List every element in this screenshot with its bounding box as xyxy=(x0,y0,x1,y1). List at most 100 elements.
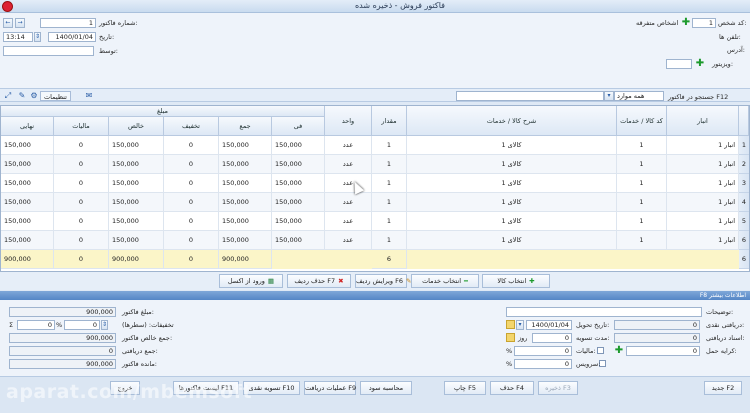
col-net[interactable]: خالص xyxy=(109,117,164,136)
add-person-icon[interactable]: ✚ xyxy=(681,18,691,28)
cell-item-code[interactable]: 1 xyxy=(617,136,667,155)
table-row[interactable]: 3 انبار 1 1 کالای 1 1 عدد 150,000 150,000 0 150,0… xyxy=(1,174,749,193)
col-description[interactable]: شرح کالا / خدمات xyxy=(407,106,617,136)
cell-tax[interactable]: 0 xyxy=(54,231,109,250)
cell-final[interactable]: 150,000 xyxy=(1,193,54,212)
cell-description[interactable]: کالای 1 xyxy=(407,193,617,212)
col-unit[interactable]: واحد xyxy=(325,106,372,136)
notes-field[interactable] xyxy=(506,307,702,317)
row-number[interactable]: 2 xyxy=(739,155,749,174)
gear-icon[interactable]: ⚙ xyxy=(29,91,39,101)
cell-unit-price[interactable]: 150,000 xyxy=(272,231,325,250)
settings-button[interactable]: تنظیمات xyxy=(40,91,71,101)
cell-net[interactable]: 150,000 xyxy=(109,231,164,250)
calendar-icon[interactable] xyxy=(506,333,515,342)
cell-tax[interactable]: 0 xyxy=(54,136,109,155)
cell-tax[interactable]: 0 xyxy=(54,174,109,193)
cell-unit[interactable]: عدد xyxy=(325,155,372,174)
cell-quantity[interactable]: 1 xyxy=(372,174,407,193)
cell-unit[interactable]: عدد xyxy=(325,193,372,212)
cell-unit[interactable]: عدد xyxy=(325,174,372,193)
discount-amount-field[interactable]: 0 xyxy=(17,320,55,330)
col-discount[interactable]: تخفیف xyxy=(164,117,219,136)
cell-unit-price[interactable]: 150,000 xyxy=(272,193,325,212)
visitor-field[interactable] xyxy=(666,59,692,69)
cell-discount[interactable]: 0 xyxy=(164,174,219,193)
calendar-icon[interactable] xyxy=(506,320,515,329)
cell-discount[interactable]: 0 xyxy=(164,231,219,250)
cell-quantity[interactable]: 1 xyxy=(372,193,407,212)
cell-item-code[interactable]: 1 xyxy=(617,193,667,212)
col-item-code[interactable]: کد کالا / خدمات xyxy=(617,106,667,136)
new-invoice-button[interactable]: جدید F2 xyxy=(704,381,742,395)
print-button[interactable]: چاپ F5 xyxy=(444,381,486,395)
table-row[interactable]: 5 انبار 1 1 کالای 1 1 عدد 150,000 150,000 0 150,0… xyxy=(1,212,749,231)
tax-field[interactable]: 0 xyxy=(514,346,572,356)
service-field[interactable]: 0 xyxy=(514,359,572,369)
tax-checkbox[interactable] xyxy=(597,347,604,354)
cell-discount[interactable]: 0 xyxy=(164,212,219,231)
cell-warehouse[interactable]: انبار 1 xyxy=(667,231,739,250)
col-final[interactable]: نهایی xyxy=(1,117,54,136)
cell-net[interactable]: 150,000 xyxy=(109,212,164,231)
expand-icon[interactable]: ⤢ xyxy=(3,91,13,101)
search-input[interactable] xyxy=(456,91,604,101)
cell-net[interactable]: 150,000 xyxy=(109,155,164,174)
prev-invoice-arrow-icon[interactable]: ← xyxy=(3,18,13,28)
cell-warehouse[interactable]: انبار 1 xyxy=(667,155,739,174)
cell-total[interactable]: 150,000 xyxy=(219,193,272,212)
cell-description[interactable]: کالای 1 xyxy=(407,136,617,155)
cell-total[interactable]: 150,000 xyxy=(219,136,272,155)
freight-field[interactable]: 0 xyxy=(626,346,700,356)
cell-unit-price[interactable]: 150,000 xyxy=(272,136,325,155)
receive-ops-button[interactable]: عملیات دریافت F9 xyxy=(304,381,356,395)
edit-row-button[interactable]: ویرایش ردیف F6 ✎ xyxy=(355,274,411,288)
table-row[interactable]: 4 انبار 1 1 کالای 1 1 عدد 150,000 150,000 0 150,0… xyxy=(1,193,749,212)
cell-unit-price[interactable]: 150,000 xyxy=(272,155,325,174)
cell-item-code[interactable]: 1 xyxy=(617,212,667,231)
cell-total[interactable]: 150,000 xyxy=(219,231,272,250)
add-freight-icon[interactable]: ✚ xyxy=(614,346,624,356)
table-row[interactable]: 2 انبار 1 1 کالای 1 1 عدد 150,000 150,000 0 150,0… xyxy=(1,155,749,174)
invoice-number-field[interactable]: 1 xyxy=(40,18,96,28)
profit-button[interactable]: محاسبه سود xyxy=(360,381,412,395)
cell-unit-price[interactable]: 150,000 xyxy=(272,174,325,193)
cell-discount[interactable]: 0 xyxy=(164,155,219,174)
more-info-bar[interactable]: F8 اطلاعات بیشتر xyxy=(0,291,750,300)
cell-tax[interactable]: 0 xyxy=(54,193,109,212)
cell-warehouse[interactable]: انبار 1 xyxy=(667,174,739,193)
chevron-down-icon[interactable]: ▾ xyxy=(516,320,524,330)
delete-invoice-button[interactable]: حذف F4 xyxy=(490,381,534,395)
table-row[interactable]: 1 انبار 1 1 کالای 1 1 عدد 150,000 150,000 0 150,0… xyxy=(1,136,749,155)
cell-discount[interactable]: 0 xyxy=(164,136,219,155)
cell-unit[interactable]: عدد xyxy=(325,136,372,155)
cell-quantity[interactable]: 1 xyxy=(372,136,407,155)
select-item-button[interactable]: انتخاب کالا ✚ xyxy=(482,274,550,288)
cell-unit[interactable]: عدد xyxy=(325,212,372,231)
cell-quantity[interactable]: 1 xyxy=(372,212,407,231)
cell-net[interactable]: 150,000 xyxy=(109,136,164,155)
col-total[interactable]: جمع xyxy=(219,117,272,136)
cell-description[interactable]: کالای 1 xyxy=(407,155,617,174)
table-row[interactable]: 6 انبار 1 1 کالای 1 1 عدد 150,000 150,000 0 150,0… xyxy=(1,231,749,250)
add-visitor-icon[interactable]: ✚ xyxy=(695,59,705,69)
cell-final[interactable]: 150,000 xyxy=(1,231,54,250)
cell-net[interactable]: 150,000 xyxy=(109,174,164,193)
chevron-down-icon[interactable]: ▾ xyxy=(604,91,614,101)
row-number[interactable]: 5 xyxy=(739,212,749,231)
cell-discount[interactable]: 0 xyxy=(164,193,219,212)
discount-percent-field[interactable]: 0 xyxy=(64,320,100,330)
delete-row-button[interactable]: حذف ردیف F7 ✖ xyxy=(287,274,351,288)
import-excel-button[interactable]: ورود از اکسل ▦ xyxy=(219,274,283,288)
palette-icon[interactable]: ✎ xyxy=(17,91,27,101)
cell-description[interactable]: کالای 1 xyxy=(407,212,617,231)
cell-quantity[interactable]: 1 xyxy=(372,155,407,174)
col-unit-price[interactable]: فی xyxy=(272,117,325,136)
cell-final[interactable]: 150,000 xyxy=(1,136,54,155)
col-quantity[interactable]: مقدار xyxy=(372,106,407,136)
cell-final[interactable]: 150,000 xyxy=(1,174,54,193)
settlement-days-field[interactable]: 0 xyxy=(532,333,572,343)
row-number[interactable]: 1 xyxy=(739,136,749,155)
cell-total[interactable]: 150,000 xyxy=(219,212,272,231)
cell-warehouse[interactable]: انبار 1 xyxy=(667,193,739,212)
